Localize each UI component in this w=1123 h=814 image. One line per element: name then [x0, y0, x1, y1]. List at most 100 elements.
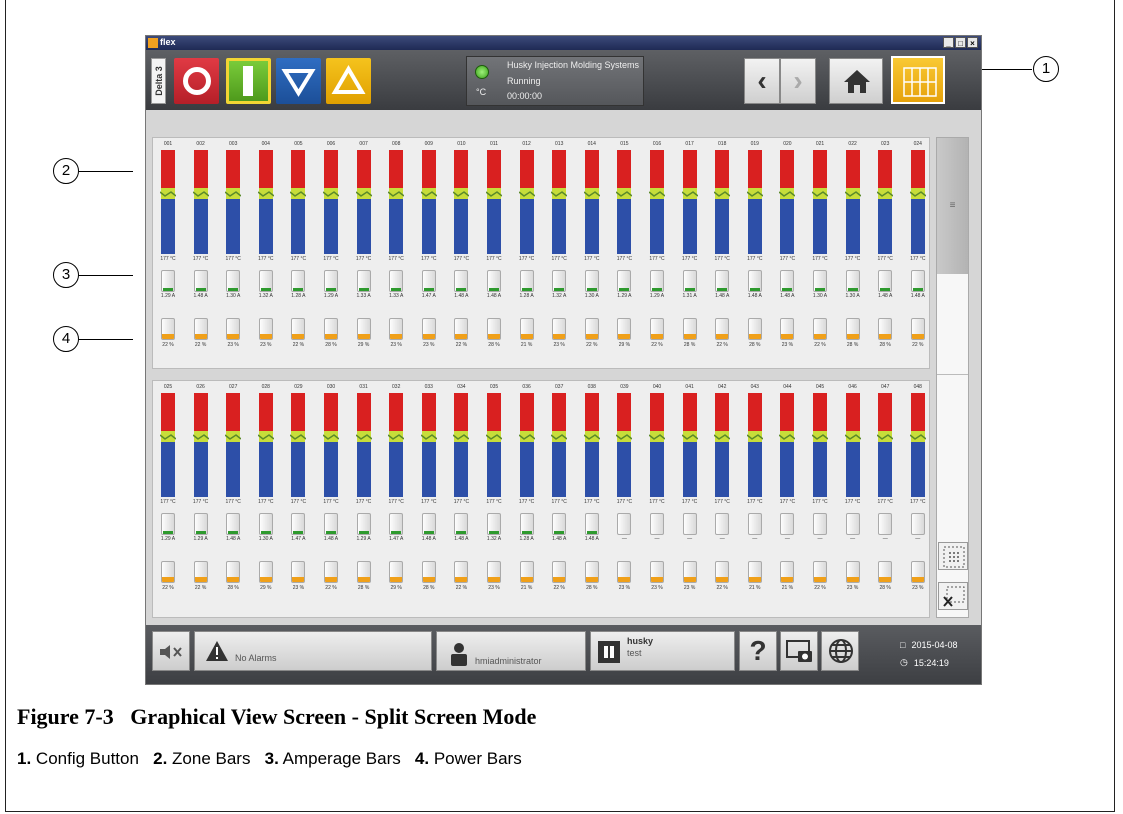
- power-bar[interactable]: [258, 561, 273, 583]
- user-button[interactable]: hmiadministrator: [436, 631, 586, 671]
- power-bar[interactable]: [421, 561, 436, 583]
- zone-column[interactable]: 002 177 °C 1.48 A 22 %: [191, 138, 211, 368]
- amperage-bar[interactable]: [910, 513, 925, 535]
- zone-column[interactable]: 021 177 °C 1.30 A 22 %: [810, 138, 830, 368]
- zone-column[interactable]: 024 177 °C 1.48 A 22 %: [908, 138, 928, 368]
- zone-bar[interactable]: [323, 150, 339, 254]
- zone-column[interactable]: 010 177 °C 1.48 A 22 %: [451, 138, 471, 368]
- power-bar[interactable]: [552, 318, 567, 340]
- amperage-bar[interactable]: [226, 270, 241, 292]
- zone-bar[interactable]: [355, 393, 372, 497]
- amperage-bar[interactable]: [617, 513, 632, 535]
- power-bar[interactable]: [617, 318, 632, 340]
- zone-column[interactable]: 028 177 °C 1.30 A 29 %: [256, 381, 276, 617]
- power-bar[interactable]: [552, 561, 567, 583]
- amperage-bar[interactable]: [389, 270, 404, 292]
- power-bar[interactable]: [715, 318, 730, 340]
- config-button[interactable]: [891, 56, 945, 104]
- amperage-bar[interactable]: [715, 270, 730, 292]
- zone-column[interactable]: 009 177 °C 1.47 A 23 %: [419, 138, 439, 368]
- close-button[interactable]: ×: [967, 37, 978, 48]
- amperage-bar[interactable]: [617, 270, 632, 292]
- amperage-bar[interactable]: [682, 270, 697, 292]
- zone-column[interactable]: 014 177 °C 1.30 A 22 %: [582, 138, 602, 368]
- zone-column[interactable]: 039 177 °C — 23 %: [614, 381, 634, 617]
- zone-column[interactable]: 003 177 °C 1.30 A 23 %: [223, 138, 243, 368]
- grid-view-button[interactable]: [938, 542, 968, 570]
- amperage-bar[interactable]: [650, 513, 664, 535]
- zone-column[interactable]: 008 177 °C 1.33 A 23 %: [386, 138, 406, 368]
- zone-column[interactable]: 041 177 °C — 23 %: [680, 381, 700, 617]
- zone-column[interactable]: 036 177 °C 1.28 A 21 %: [517, 381, 537, 617]
- zone-column[interactable]: 038 177 °C 1.48 A 28 %: [582, 381, 602, 617]
- zone-column[interactable]: 026 177 °C 1.29 A 22 %: [191, 381, 211, 617]
- zone-bar[interactable]: [225, 393, 242, 497]
- amperage-bar[interactable]: [552, 270, 567, 292]
- zone-column[interactable]: 018 177 °C 1.48 A 22 %: [712, 138, 732, 368]
- power-bar[interactable]: [258, 318, 273, 340]
- zone-bar[interactable]: [453, 393, 470, 497]
- power-bar[interactable]: [747, 318, 762, 340]
- amperage-bar[interactable]: [682, 513, 697, 535]
- zone-bar[interactable]: [257, 393, 274, 497]
- zone-column[interactable]: 046 177 °C — 23 %: [843, 381, 863, 617]
- zone-column[interactable]: 001 177 °C 1.29 A 22 %: [158, 138, 178, 368]
- amperage-bar[interactable]: [356, 513, 371, 535]
- amperage-bar[interactable]: [780, 270, 795, 292]
- zone-bar[interactable]: [583, 393, 600, 497]
- zone-column[interactable]: 012 177 °C 1.28 A 21 %: [517, 138, 537, 368]
- power-bar[interactable]: [519, 318, 534, 340]
- zone-column[interactable]: 044 177 °C — 21 %: [777, 381, 797, 617]
- zone-column[interactable]: 007 177 °C 1.33 A 29 %: [354, 138, 374, 368]
- power-bar[interactable]: [454, 318, 469, 340]
- zone-column[interactable]: 013 177 °C 1.32 A 23 %: [549, 138, 569, 368]
- help-button[interactable]: ?: [739, 631, 777, 671]
- zone-column[interactable]: 043 177 °C — 21 %: [745, 381, 765, 617]
- forward-button[interactable]: ›: [780, 58, 816, 104]
- power-bar[interactable]: [487, 318, 501, 340]
- zone-column[interactable]: 045 177 °C — 22 %: [810, 381, 830, 617]
- zone-bar[interactable]: [518, 393, 535, 497]
- amperage-bar[interactable]: [813, 513, 827, 535]
- zone-bar[interactable]: [909, 393, 926, 497]
- zone-bar[interactable]: [844, 150, 861, 254]
- amperage-bar[interactable]: [487, 513, 501, 535]
- zone-column[interactable]: 031 177 °C 1.29 A 28 %: [354, 381, 374, 617]
- zone-bar[interactable]: [160, 393, 176, 497]
- amperage-bar[interactable]: [552, 513, 567, 535]
- zone-column[interactable]: 035 177 °C 1.32 A 23 %: [484, 381, 504, 617]
- zone-bar[interactable]: [746, 393, 763, 497]
- zone-bar[interactable]: [518, 150, 535, 254]
- amperage-bar[interactable]: [324, 270, 338, 292]
- screenshot-button[interactable]: [780, 631, 818, 671]
- amperage-bar[interactable]: [845, 270, 860, 292]
- power-bar[interactable]: [356, 561, 371, 583]
- amperage-bar[interactable]: [878, 270, 893, 292]
- scroll-thumb[interactable]: ≡: [937, 138, 968, 274]
- zone-column[interactable]: 037 177 °C 1.48 A 22 %: [549, 381, 569, 617]
- amperage-bar[interactable]: [258, 513, 273, 535]
- power-bar[interactable]: [161, 561, 175, 583]
- zone-column[interactable]: 034 177 °C 1.48 A 22 %: [451, 381, 471, 617]
- amperage-bar[interactable]: [454, 513, 469, 535]
- zone-bar[interactable]: [844, 393, 861, 497]
- power-bar[interactable]: [226, 561, 241, 583]
- power-bar[interactable]: [193, 318, 208, 340]
- zone-column[interactable]: 030 177 °C 1.48 A 22 %: [321, 381, 341, 617]
- amperage-bar[interactable]: [747, 270, 762, 292]
- amperage-bar[interactable]: [519, 270, 534, 292]
- zone-bar[interactable]: [812, 393, 828, 497]
- amperage-bar[interactable]: [421, 270, 436, 292]
- system-status-panel[interactable]: °C Husky Injection Molding Systems Runni…: [466, 56, 644, 106]
- zone-column[interactable]: 005 177 °C 1.28 A 22 %: [288, 138, 308, 368]
- power-bar[interactable]: [389, 318, 404, 340]
- power-bar[interactable]: [845, 318, 860, 340]
- amperage-bar[interactable]: [519, 513, 534, 535]
- amperage-bar[interactable]: [845, 513, 860, 535]
- amperage-bar[interactable]: [747, 513, 762, 535]
- minimize-button[interactable]: _: [943, 37, 954, 48]
- amperage-bar[interactable]: [650, 270, 664, 292]
- amperage-bar[interactable]: [487, 270, 501, 292]
- zone-bar[interactable]: [290, 150, 307, 254]
- zone-bar[interactable]: [746, 150, 763, 254]
